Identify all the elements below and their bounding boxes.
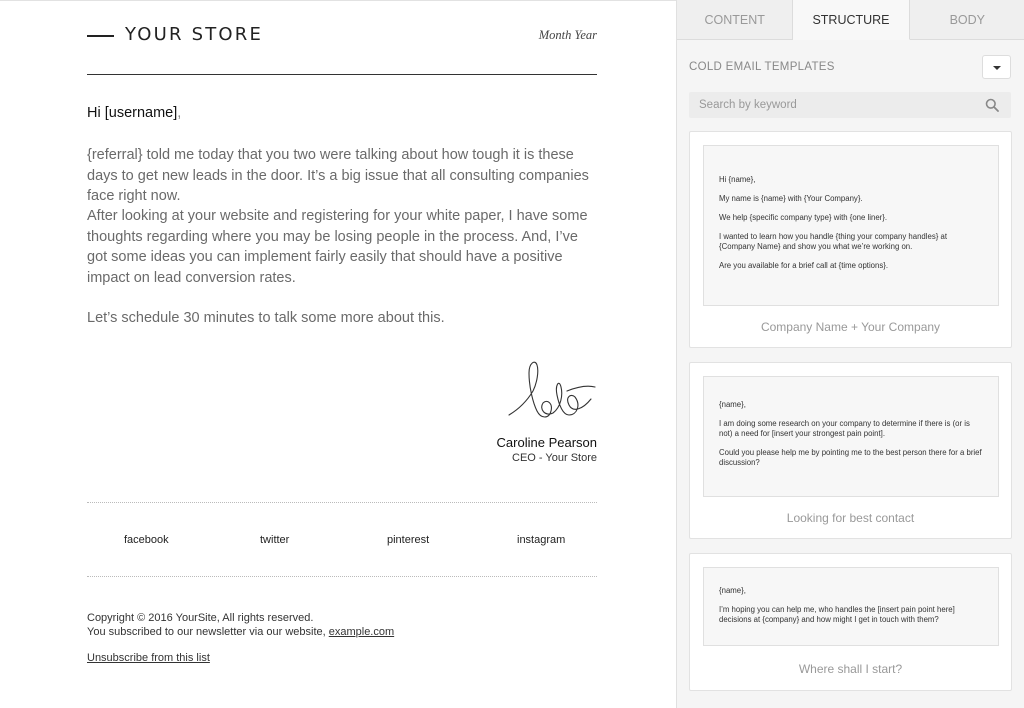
- signer-name: Caroline Pearson: [496, 435, 597, 450]
- panel-tabs: CONTENT STRUCTURE BODY: [677, 0, 1024, 40]
- template-card[interactable]: Hi {name}, My name is {name} with {Your …: [689, 131, 1012, 348]
- search-input[interactable]: [689, 92, 979, 118]
- preview-line: I wanted to learn how you handle {thing …: [719, 232, 947, 251]
- preview-line: I’m hoping you can help me, who handles …: [719, 605, 955, 624]
- signer-role: CEO - Your Store: [512, 452, 597, 464]
- greeting-name: Hi [username]: [87, 105, 178, 121]
- template-preview: Hi {name}, My name is {name} with {Your …: [703, 145, 999, 306]
- website-link[interactable]: example.com: [329, 626, 394, 638]
- issue-date: Month Year: [538, 28, 597, 42]
- template-label: Looking for best contact: [786, 511, 915, 525]
- unsubscribe-link[interactable]: Unsubscribe from this list: [87, 652, 210, 664]
- signer-block: Caroline Pearson CEO - Your Store: [497, 435, 597, 464]
- brand-name: YOUR STORE: [125, 24, 264, 45]
- tab-body[interactable]: BODY: [909, 0, 1024, 40]
- template-card[interactable]: {name}, I am doing some research on your…: [689, 362, 1012, 539]
- twitter-link[interactable]: twitter: [260, 534, 289, 546]
- body-paragraph: Let’s schedule 30 minutes to talk some m…: [87, 310, 445, 326]
- preview-line: I am doing some research on your company…: [719, 419, 970, 438]
- brand-dash: [87, 35, 114, 37]
- template-preview: {name}, I’m hoping you can help me, who …: [703, 567, 999, 646]
- tab-structure[interactable]: STRUCTURE: [793, 0, 910, 40]
- subscription-text: You subscribed to our newsletter via our…: [87, 626, 326, 638]
- template-preview: {name}, I am doing some research on your…: [703, 376, 999, 497]
- search-box: [689, 92, 1011, 118]
- template-label: Where shall I start?: [798, 662, 903, 676]
- preview-line: My name is {name} with {Your Company}.: [719, 194, 863, 203]
- template-category-dropdown[interactable]: [982, 55, 1011, 79]
- template-card[interactable]: {name}, I’m hoping you can help me, who …: [689, 553, 1012, 691]
- email-content: YOUR STORE Month Year Hi [username], {re…: [87, 1, 597, 664]
- copyright-text: Copyright © 2016 YourSite, All rights re…: [87, 612, 314, 624]
- search-icon[interactable]: [985, 98, 999, 112]
- email-footer: Copyright © 2016 YourSite, All rights re…: [87, 611, 394, 639]
- preview-line: Could you please help me by pointing me …: [719, 448, 982, 467]
- caret-down-icon: [993, 66, 1001, 70]
- preview-line: Hi {name},: [719, 175, 756, 184]
- pinterest-link[interactable]: pinterest: [387, 534, 429, 546]
- body-paragraph: After looking at your website and regist…: [87, 208, 588, 286]
- facebook-link[interactable]: facebook: [124, 534, 169, 546]
- greeting: Hi [username],: [87, 105, 181, 121]
- signature-image: [508, 361, 596, 418]
- body-paragraph: {referral} told me today that you two we…: [87, 147, 589, 204]
- email-header: YOUR STORE Month Year: [87, 1, 597, 75]
- social-links: facebook twitter pinterest instagram: [87, 502, 597, 577]
- email-preview: YOUR STORE Month Year Hi [username], {re…: [0, 0, 676, 708]
- preview-line: Are you available for a brief call at {t…: [719, 261, 889, 270]
- greeting-comma: ,: [177, 105, 182, 121]
- subscription-note: You subscribed to our newsletter via our…: [87, 625, 394, 639]
- preview-line: {name},: [719, 400, 746, 409]
- tab-content[interactable]: CONTENT: [677, 0, 794, 40]
- section-title: COLD EMAIL TEMPLATES: [689, 61, 835, 73]
- preview-line: We help {specific company type} with {on…: [719, 213, 888, 222]
- template-label: Company Name + Your Company: [760, 320, 941, 334]
- preview-line: {name},: [719, 586, 746, 595]
- editor-panel: CONTENT STRUCTURE BODY COLD EMAIL TEMPLA…: [676, 0, 1024, 708]
- instagram-link[interactable]: instagram: [517, 534, 565, 546]
